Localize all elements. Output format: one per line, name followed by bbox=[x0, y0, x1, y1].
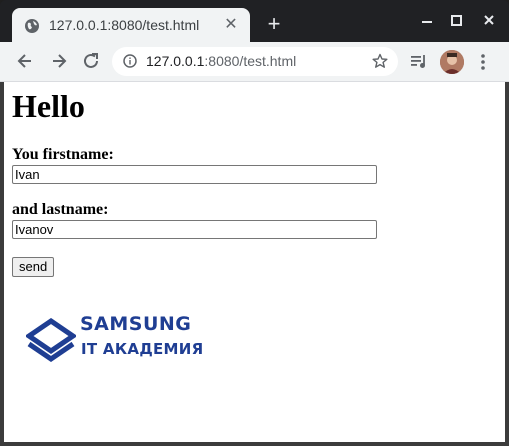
firstname-label: You firstname: bbox=[12, 146, 114, 163]
samsung-it-academy-logo: SAMSUNG IT АКАДЕМИЯ bbox=[26, 313, 206, 364]
profile-avatar[interactable] bbox=[440, 50, 464, 74]
close-window-icon[interactable] bbox=[475, 10, 503, 32]
logo-diamond-icon bbox=[26, 318, 76, 362]
address-bar[interactable]: 127.0.0.1:8080/test.html bbox=[112, 47, 398, 76]
minimize-icon[interactable] bbox=[413, 10, 441, 32]
browser-toolbar: 127.0.0.1:8080/test.html bbox=[0, 42, 509, 82]
back-icon[interactable] bbox=[14, 50, 36, 72]
new-tab-button[interactable]: + bbox=[264, 13, 284, 35]
bookmark-star-icon[interactable] bbox=[372, 53, 388, 69]
firstname-input[interactable]: Ivan bbox=[12, 165, 377, 184]
globe-icon bbox=[25, 19, 39, 33]
forward-icon[interactable] bbox=[48, 50, 70, 72]
maximize-icon[interactable] bbox=[443, 10, 471, 32]
page-heading: Hello bbox=[12, 88, 85, 124]
browser-tab[interactable]: 127.0.0.1:8080/test.html ✕ bbox=[12, 8, 250, 42]
logo-line-1: SAMSUNG bbox=[80, 313, 192, 335]
more-menu-icon[interactable] bbox=[478, 52, 488, 72]
lastname-input[interactable]: Ivanov bbox=[12, 220, 377, 239]
media-control-icon[interactable] bbox=[410, 54, 428, 70]
url-path: :8080/test.html bbox=[204, 53, 297, 69]
avatar-image bbox=[440, 50, 464, 74]
tab-title: 127.0.0.1:8080/test.html bbox=[49, 17, 200, 33]
lastname-label: and lastname: bbox=[12, 201, 109, 218]
info-icon[interactable] bbox=[123, 54, 137, 68]
reload-icon[interactable] bbox=[80, 50, 102, 72]
tab-close-icon[interactable]: ✕ bbox=[222, 16, 240, 34]
page-content: Hello You firstname: Ivan and lastname: … bbox=[4, 82, 505, 442]
send-button[interactable]: send bbox=[12, 257, 55, 277]
url-host: 127.0.0.1 bbox=[146, 53, 205, 69]
logo-line-2: IT АКАДЕМИЯ bbox=[81, 340, 204, 358]
browser-window: 127.0.0.1:8080/test.html ✕ + 127.0.0.1:8… bbox=[0, 0, 509, 446]
tab-strip: 127.0.0.1:8080/test.html ✕ + bbox=[0, 0, 509, 42]
url-text: 127.0.0.1:8080/test.html bbox=[146, 53, 296, 69]
